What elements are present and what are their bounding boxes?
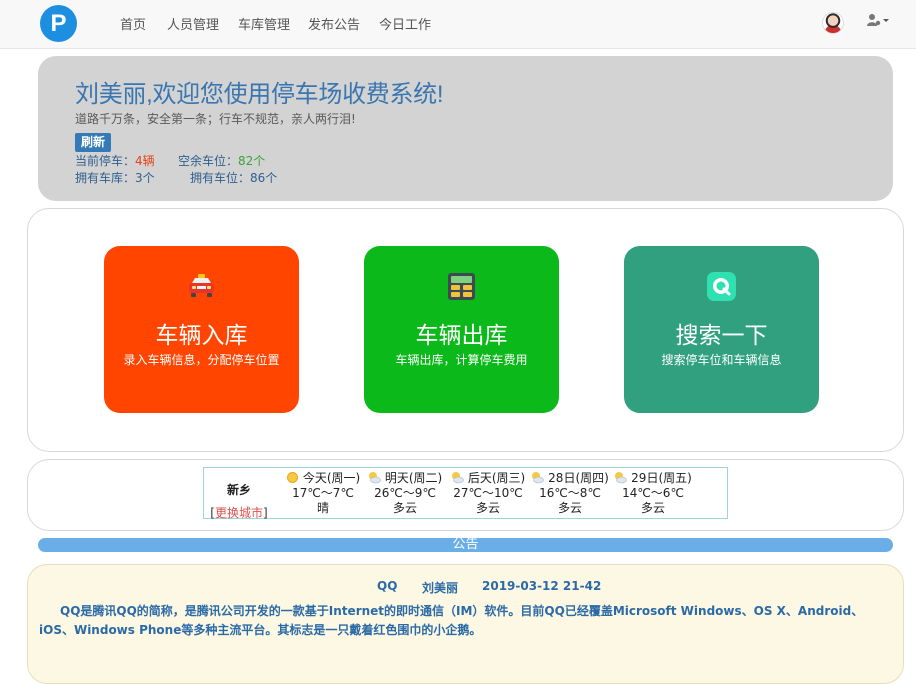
search-title: 搜索一下 [675, 322, 768, 348]
garages-value: 3个 [135, 171, 155, 185]
weather-day: 明天(周二) 26℃～9℃ 多云 [364, 471, 446, 516]
vehicle-entry-desc: 录入车辆信息，分配停车位置 [123, 353, 280, 367]
weather-day-temp: 26℃～9℃ [374, 486, 436, 500]
weather-day: 今天(周一) 17℃～7℃ 晴 [282, 471, 364, 516]
user-avatar[interactable] [822, 12, 844, 34]
cloud-sun-icon [531, 471, 548, 485]
notice-date: 2019-03-12 21-42 [482, 579, 602, 593]
vehicle-exit-title: 车辆出库 [415, 322, 508, 348]
vehicle-entry-card[interactable]: 车辆入库 录入车辆信息，分配停车位置 [104, 246, 299, 413]
action-cards-panel: 车辆入库 录入车辆信息，分配停车位置 车辆出库 车辆出库，计算停车费用 搜索一下… [27, 208, 904, 452]
weather-day-label: 28日(周四) [548, 471, 609, 485]
notice-body: QQ是腾讯QQ的简称，是腾讯公司开发的一款基于Internet的即时通信（IM）… [39, 604, 864, 637]
welcome-jumbotron: 刘美丽,欢迎您使用停车场收费系统! 道路千万条，安全第一条；行车不规范，亲人两行… [38, 56, 893, 201]
notice-title[interactable]: QQ [377, 579, 397, 593]
weather-day-temp: 27℃～10℃ [453, 486, 523, 500]
weather-panel: 新乡 [更换城市] 今天(周一) 17℃～7℃ 晴明天(周二) 26℃～9℃ 多云 后天(… [27, 459, 904, 531]
parking-logo-icon[interactable]: P [40, 5, 77, 42]
weather-day-header: 后天(周三) [447, 471, 529, 486]
weather-day-label: 后天(周三) [467, 471, 526, 485]
weather-day-temp: 14℃～6℃ [622, 486, 684, 500]
weather-day-cond: 晴 [316, 501, 329, 515]
garages-stat: 拥有车库：3个 [75, 169, 155, 186]
cloud-sun-icon [368, 471, 385, 485]
notice-bar: 公告 [38, 538, 893, 552]
weather-day-cond: 多云 [392, 501, 417, 515]
weather-day-header: 明天(周二) [364, 471, 446, 486]
taxi-icon [189, 274, 214, 297]
cloud-sun-icon [451, 471, 468, 485]
spaces-label: 拥有车位： [190, 171, 251, 185]
weather-day-label: 明天(周二) [384, 471, 443, 485]
weather-day: 后天(周三) 27℃～10℃ 多云 [447, 471, 529, 516]
free-spaces-stat: 空余车位：82个 [178, 152, 265, 169]
weather-day-header: 今天(周一) [282, 471, 364, 486]
sun-icon [286, 471, 303, 485]
caret-down-icon [883, 18, 889, 22]
nav-home[interactable]: 首页 [120, 14, 146, 33]
weather-day-label: 29日(周五) [631, 471, 692, 485]
nav-staff-management[interactable]: 人员管理 [167, 14, 219, 33]
weather-city: 新乡 [226, 483, 251, 497]
nav-garage-management[interactable]: 车库管理 [238, 14, 290, 33]
change-city-link[interactable]: 更换城市 [215, 506, 263, 520]
weather-day: 29日(周五) 14℃～6℃ 多云 [612, 471, 694, 516]
safety-motto: 道路千万条，安全第一条；行车不规范，亲人两行泪! [75, 112, 356, 126]
weather-day-header: 28日(周四) [529, 471, 611, 486]
cloud-sun-icon [614, 471, 631, 485]
weather-widget: 新乡 [更换城市] 今天(周一) 17℃～7℃ 晴明天(周二) 26℃～9℃ 多云 后天(… [203, 467, 728, 520]
change-city-wrapper: [更换城市] [210, 506, 268, 520]
free-spaces-label: 空余车位： [178, 154, 239, 168]
spaces-value: 86个 [250, 171, 278, 185]
weather-day-cond: 多云 [640, 501, 665, 515]
garages-label: 拥有车库： [75, 171, 136, 185]
weather-day-header: 29日(周五) [612, 471, 694, 486]
weather-day: 28日(周四) 16℃～8℃ 多云 [529, 471, 611, 516]
weather-day-temp: 17℃～7℃ [292, 486, 354, 500]
weather-day-temp: 16℃～8℃ [539, 486, 601, 500]
refresh-button[interactable]: 刷新 [75, 133, 112, 152]
search-icon [707, 272, 736, 301]
spaces-stat: 拥有车位：86个 [190, 169, 277, 186]
nav-today-work[interactable]: 今日工作 [379, 14, 431, 33]
vehicle-entry-title: 车辆入库 [155, 322, 248, 348]
notice-card: QQ 刘美丽 2019-03-12 21-42 QQ是腾讯QQ的简称，是腾讯公司… [27, 564, 904, 684]
weather-day-cond: 多云 [557, 501, 582, 515]
welcome-heading: 刘美丽,欢迎您使用停车场收费系统! [75, 81, 444, 108]
search-desc: 搜索停车位和车辆信息 [661, 353, 782, 367]
vehicle-exit-desc: 车辆出库，计算停车费用 [395, 353, 528, 367]
notice-author: 刘美丽 [422, 581, 459, 595]
calculator-icon [448, 273, 475, 300]
user-settings-icon [867, 13, 889, 26]
current-parking-value: 4辆 [135, 154, 155, 168]
nav-publish-notice[interactable]: 发布公告 [308, 14, 360, 33]
top-navbar: P 首页 人员管理 车库管理 发布公告 今日工作 [0, 0, 916, 49]
weather-day-cond: 多云 [475, 501, 500, 515]
current-parking-stat: 当前停车：4辆 [75, 152, 155, 169]
free-spaces-value: 82个 [238, 154, 266, 168]
search-card[interactable]: 搜索一下 搜索停车位和车辆信息 [624, 246, 819, 413]
weather-day-label: 今天(周一) [302, 471, 361, 485]
vehicle-exit-card[interactable]: 车辆出库 车辆出库，计算停车费用 [364, 246, 559, 413]
current-parking-label: 当前停车： [75, 154, 136, 168]
user-menu-dropdown[interactable] [866, 12, 890, 27]
notice-bar-title: 公告 [452, 537, 479, 552]
